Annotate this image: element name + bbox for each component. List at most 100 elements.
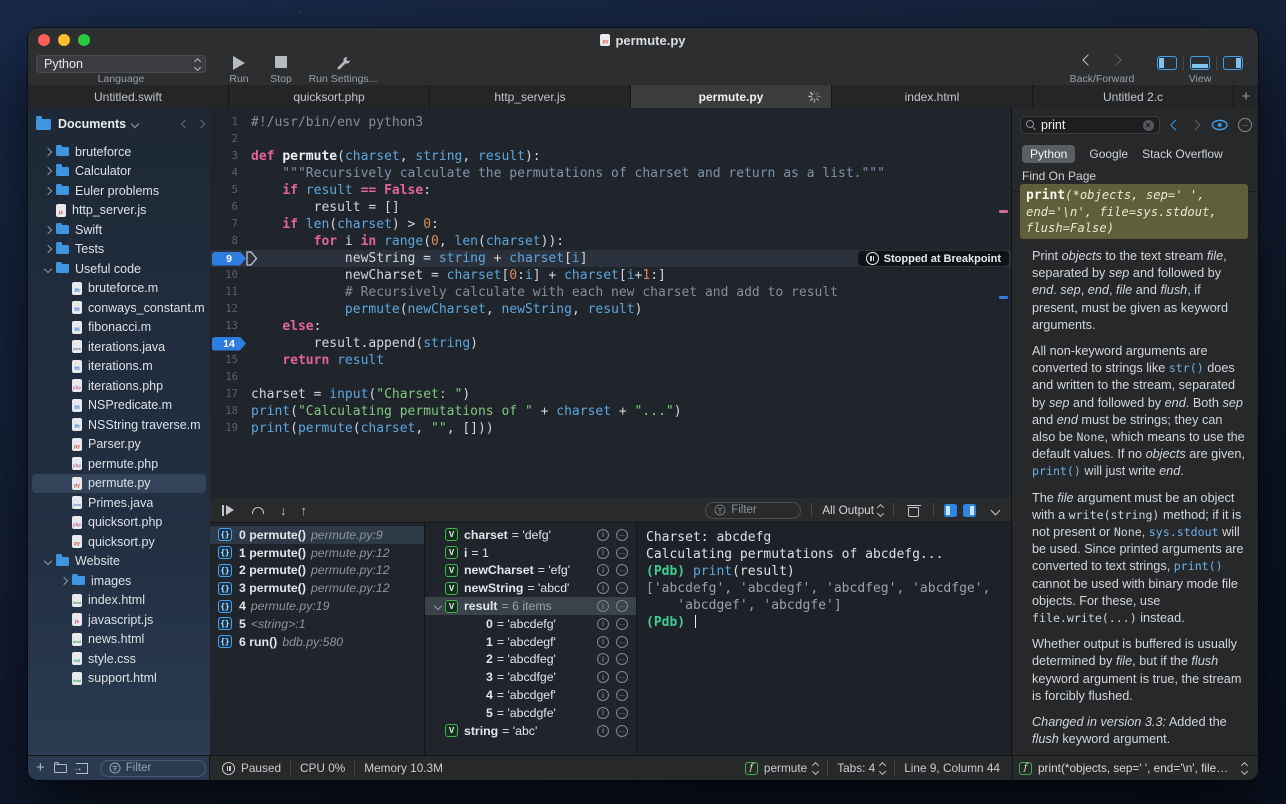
editor-tab[interactable]: http_server.js [430, 85, 631, 108]
tree-item[interactable]: Euler problems [32, 181, 206, 201]
debug-right-panel-toggle[interactable] [963, 504, 976, 517]
variable-row[interactable]: Vresult= 6 itemsi... [425, 597, 636, 615]
disclosure-triangle-icon[interactable] [40, 558, 56, 564]
forward-button[interactable] [1104, 56, 1128, 64]
line-number-gutter[interactable]: 9 [210, 250, 238, 267]
more-icon[interactable]: ... [616, 529, 628, 541]
line-number-gutter[interactable]: 19 [210, 420, 238, 437]
disclosure-triangle-icon[interactable] [40, 246, 56, 252]
line-number-gutter[interactable]: 14 [210, 335, 238, 352]
code-line[interactable]: 18print("Calculating permutations of " +… [210, 403, 1011, 420]
more-icon[interactable]: ... [616, 653, 628, 665]
run-button[interactable] [224, 56, 254, 70]
info-icon[interactable]: i [597, 725, 609, 737]
console-line[interactable]: (Pdb) [646, 614, 1011, 631]
line-number-gutter[interactable]: 6 [210, 199, 238, 216]
disclosure-triangle-icon[interactable] [40, 227, 56, 233]
tree-item[interactable]: mNSString traverse.m [32, 415, 206, 435]
tab-stack-overflow[interactable]: Stack Overflow [1142, 147, 1223, 161]
variable-row[interactable]: Vstring= 'abc'i... [425, 722, 636, 740]
more-options-button[interactable]: ... [1238, 118, 1252, 132]
line-number-gutter[interactable]: 2 [210, 131, 238, 148]
code-line[interactable]: 13 else: [210, 318, 1011, 335]
stack-frame[interactable]: {}6 run()bdb.py:580 [210, 633, 424, 651]
editor-tab[interactable]: quicksort.php [229, 85, 430, 108]
stop-button[interactable] [266, 56, 296, 68]
stack-frame[interactable]: {}5<string>:1 [210, 615, 424, 633]
code-line[interactable]: 19print(permute(charset, "", [])) [210, 420, 1011, 437]
code-line[interactable]: 12 permute(newCharset, newString, result… [210, 301, 1011, 318]
tree-item[interactable]: htmlsupport.html [32, 669, 206, 689]
editor-tab[interactable]: permute.py [631, 85, 832, 108]
disclosure-triangle-icon[interactable] [431, 603, 445, 609]
doc-forward-button[interactable] [1190, 119, 1201, 130]
code-line[interactable]: 1#!/usr/bin/env python3 [210, 114, 1011, 131]
code-line[interactable]: 9 newString = string + charset[i]Stopped… [210, 250, 1011, 267]
function-selector[interactable]: f permute [745, 761, 818, 775]
new-file-button[interactable]: + [36, 763, 45, 773]
variable-row[interactable]: VnewString= 'abcd'i... [425, 579, 636, 597]
tree-item[interactable]: jsjavascript.js [32, 610, 206, 630]
sidebar-back-icon[interactable] [181, 120, 189, 128]
code-line[interactable]: 2 [210, 131, 1011, 148]
doc-signature-selector[interactable]: print(*objects, sep=' ', end='\n', file=… [1038, 761, 1234, 775]
minimize-button[interactable] [58, 34, 70, 46]
line-number-gutter[interactable]: 16 [210, 369, 238, 386]
line-number-gutter[interactable]: 18 [210, 403, 238, 420]
tree-item[interactable]: mconways_constant.m [32, 298, 206, 318]
new-folder-button[interactable] [54, 764, 67, 773]
tree-item[interactable]: htmlindex.html [32, 591, 206, 611]
more-icon[interactable]: ... [616, 671, 628, 683]
variable-row[interactable]: 4= 'abcdgef'i... [425, 686, 636, 704]
tree-item[interactable]: Calculator [32, 162, 206, 182]
tab-python[interactable]: Python [1022, 145, 1075, 163]
tree-item[interactable]: phpquicksort.php [32, 513, 206, 533]
info-icon[interactable]: i [597, 547, 609, 559]
breakpoint-badge[interactable]: 9 [212, 252, 246, 266]
editor-tab[interactable]: index.html [832, 85, 1033, 108]
close-button[interactable] [38, 34, 50, 46]
sidebar-root[interactable]: Documents [28, 108, 210, 136]
variable-row[interactable]: 0= 'abcdefg'i... [425, 615, 636, 633]
code-line[interactable]: 17charset = input("Charset: ") [210, 386, 1011, 403]
more-icon[interactable]: ... [616, 689, 628, 701]
editor-tab[interactable]: Untitled 2.c [1033, 85, 1234, 108]
code-line[interactable]: 4 """Recursively calculate the permutati… [210, 165, 1011, 182]
tree-item[interactable]: pyParser.py [32, 435, 206, 455]
breakpoint-badge[interactable]: 14 [212, 337, 246, 351]
info-icon[interactable]: i [597, 600, 609, 612]
line-number-gutter[interactable]: 1 [210, 114, 238, 131]
step-over-button[interactable] [252, 501, 264, 519]
code-line[interactable]: 5 if result == False: [210, 182, 1011, 199]
line-number-gutter[interactable]: 11 [210, 284, 238, 301]
code-line[interactable]: 14 result.append(string) [210, 335, 1011, 352]
clear-console-button[interactable] [908, 504, 919, 517]
info-icon[interactable]: i [597, 618, 609, 630]
sidebar-filter-field[interactable]: Filter [100, 760, 206, 777]
more-icon[interactable]: ... [616, 564, 628, 576]
toggle-right-panel-button[interactable] [1223, 56, 1243, 70]
tree-item[interactable]: pyquicksort.py [32, 532, 206, 552]
tab-google[interactable]: Google [1089, 147, 1128, 161]
line-number-gutter[interactable]: 15 [210, 352, 238, 369]
stack-frame[interactable]: {}4permute.py:19 [210, 597, 424, 615]
tree-item[interactable]: Swift [32, 220, 206, 240]
more-icon[interactable]: ... [616, 636, 628, 648]
stack-frame[interactable]: {}1 permute()permute.py:12 [210, 544, 424, 562]
info-icon[interactable]: i [597, 653, 609, 665]
zoom-button[interactable] [78, 34, 90, 46]
code-line[interactable]: 8 for i in range(0, len(charset)): [210, 233, 1011, 250]
tree-item[interactable]: mfibonacci.m [32, 318, 206, 338]
tree-item[interactable]: phpiterations.php [32, 376, 206, 396]
stack-frame[interactable]: {}3 permute()permute.py:12 [210, 579, 424, 597]
toggle-left-panel-button[interactable] [1157, 56, 1177, 70]
code-line[interactable]: 10 newCharset = charset[0:i] + charset[i… [210, 267, 1011, 284]
variable-row[interactable]: 3= 'abcdfge'i... [425, 668, 636, 686]
more-icon[interactable]: ... [616, 600, 628, 612]
variable-row[interactable]: 5= 'abcdgfe'i... [425, 704, 636, 722]
run-settings-button[interactable] [298, 56, 388, 71]
tree-item[interactable]: images [32, 571, 206, 591]
info-icon[interactable]: i [597, 707, 609, 719]
editor-tab[interactable]: Untitled.swift [28, 85, 229, 108]
info-icon[interactable]: i [597, 582, 609, 594]
